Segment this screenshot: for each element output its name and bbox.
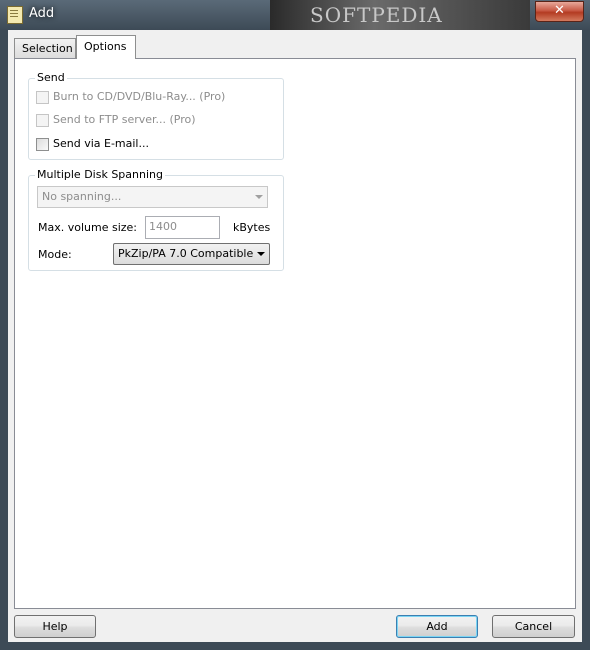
send-group-legend: Send xyxy=(35,71,67,84)
cancel-button[interactable]: Cancel xyxy=(492,615,575,638)
window-title: Add xyxy=(29,6,55,21)
options-tab-panel: Send Burn to CD/DVD/Blu-Ray... (Pro) Sen… xyxy=(14,58,576,609)
mode-select-value: PkZip/PA 7.0 Compatible xyxy=(118,247,254,260)
title-bar[interactable]: Add SOFTPEDIA ✕ xyxy=(0,0,590,30)
add-dialog: Add SOFTPEDIA ✕ Selection Options Send B… xyxy=(0,0,590,650)
max-volume-input: 1400 xyxy=(145,216,220,239)
send-group: Send Burn to CD/DVD/Blu-Ray... (Pro) Sen… xyxy=(28,71,284,160)
spanning-select-value: No spanning... xyxy=(42,190,122,203)
chevron-down-icon xyxy=(257,252,265,256)
burn-checkbox xyxy=(36,91,49,104)
max-volume-label: Max. volume size: xyxy=(38,221,138,234)
mode-label: Mode: xyxy=(38,248,72,261)
add-button[interactable]: Add xyxy=(396,615,478,638)
disk-spanning-legend: Multiple Disk Spanning xyxy=(35,168,165,181)
chevron-down-icon xyxy=(255,195,263,199)
close-button[interactable]: ✕ xyxy=(535,1,584,22)
max-volume-value: 1400 xyxy=(149,220,177,233)
dialog-client-area: Selection Options Send Burn to CD/DVD/Bl… xyxy=(8,30,582,642)
close-icon: ✕ xyxy=(554,3,565,18)
help-button[interactable]: Help xyxy=(14,615,96,638)
tab-options[interactable]: Options xyxy=(76,35,136,59)
email-label[interactable]: Send via E-mail... xyxy=(53,137,149,150)
tab-selection[interactable]: Selection xyxy=(14,38,76,58)
ftp-checkbox xyxy=(36,114,49,127)
burn-label: Burn to CD/DVD/Blu-Ray... (Pro) xyxy=(53,90,226,103)
spanning-select: No spanning... xyxy=(37,186,268,208)
max-volume-unit: kBytes xyxy=(233,221,271,234)
mode-select[interactable]: PkZip/PA 7.0 Compatible xyxy=(113,243,270,265)
disk-spanning-group: Multiple Disk Spanning No spanning... Ma… xyxy=(28,168,284,271)
softpedia-watermark: SOFTPEDIA xyxy=(270,0,530,30)
ftp-label: Send to FTP server... (Pro) xyxy=(53,113,196,126)
email-checkbox[interactable] xyxy=(36,138,49,151)
document-icon xyxy=(7,6,23,24)
